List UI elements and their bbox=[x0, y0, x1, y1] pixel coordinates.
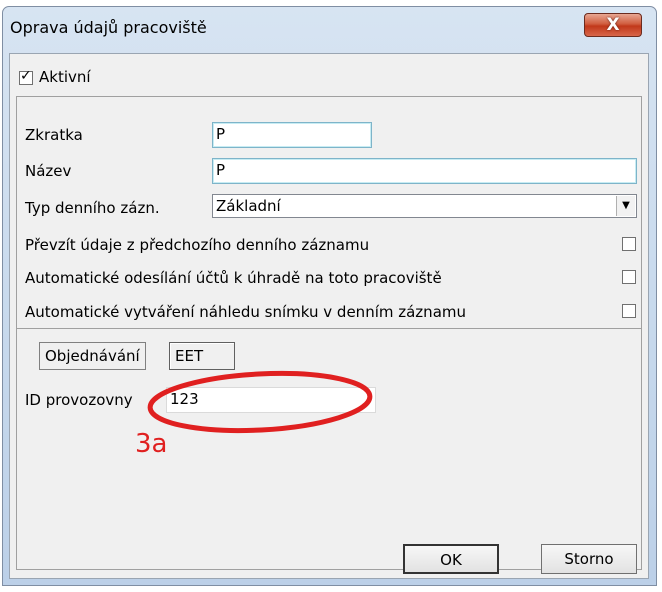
chevron-down-icon[interactable]: ▼ bbox=[616, 196, 635, 216]
close-button[interactable]: X bbox=[584, 13, 642, 37]
annotation-ellipse bbox=[147, 370, 373, 434]
nazev-label: Název bbox=[25, 162, 72, 180]
group-divider bbox=[16, 328, 642, 329]
id-provozovny-label: ID provozovny bbox=[25, 391, 133, 409]
zkratka-input[interactable]: P bbox=[212, 122, 372, 148]
ok-button-label: OK bbox=[440, 551, 462, 569]
storno-button-label: Storno bbox=[564, 550, 614, 568]
option-label-nahled: Automatické vytváření náhledu snímku v d… bbox=[25, 303, 466, 321]
annotation-label: 3a bbox=[135, 429, 168, 459]
option-label-prevzit: Převzít údaje z předchozího denního zázn… bbox=[25, 236, 370, 254]
option-checkbox-odesilani[interactable] bbox=[622, 270, 636, 284]
zkratka-label: Zkratka bbox=[25, 126, 83, 144]
option-checkbox-prevzit[interactable] bbox=[622, 237, 636, 251]
title-bar[interactable]: Oprava údajů pracoviště X bbox=[3, 7, 656, 45]
option-checkbox-nahled[interactable] bbox=[622, 304, 636, 318]
dialog-window: Oprava údajů pracoviště X Aktivní Zkratk… bbox=[2, 6, 657, 586]
dialog-client-area: Aktivní Zkratka P Název P Typ denního zá… bbox=[9, 53, 649, 579]
close-icon: X bbox=[606, 15, 620, 35]
option-label-odesilani: Automatické odesílání účtů k úhradě na t… bbox=[25, 269, 442, 287]
nazev-input[interactable]: P bbox=[212, 158, 637, 184]
storno-button[interactable]: Storno bbox=[541, 544, 637, 574]
typ-select-value: Základní bbox=[216, 197, 281, 215]
tab-objednavani[interactable]: Objednávání bbox=[39, 342, 146, 370]
active-checkbox[interactable] bbox=[19, 68, 33, 85]
ok-button[interactable]: OK bbox=[403, 544, 499, 574]
active-label: Aktivní bbox=[39, 68, 91, 86]
typ-select[interactable]: Základní ▼ bbox=[212, 194, 637, 218]
window-title: Oprava údajů pracoviště bbox=[10, 18, 207, 37]
tab-eet[interactable]: EET bbox=[169, 342, 235, 370]
typ-label: Typ denního zázn. bbox=[25, 199, 160, 217]
